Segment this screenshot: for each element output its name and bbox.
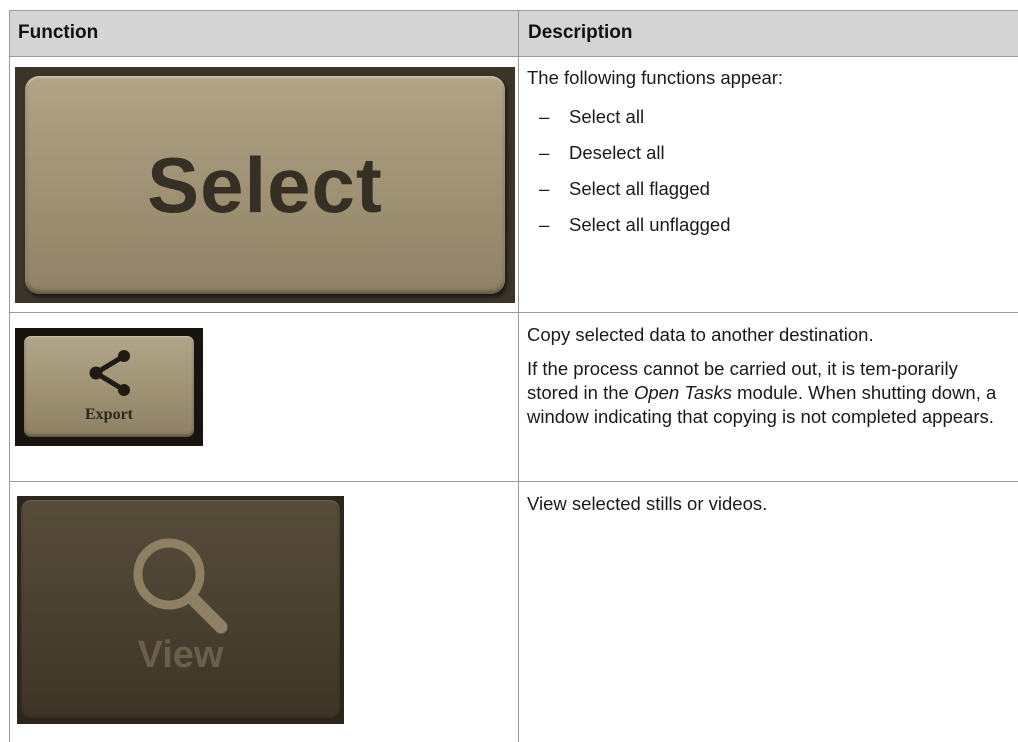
export-button: Export	[24, 336, 194, 437]
table-top-border	[9, 10, 1018, 11]
list-item: – Deselect all	[527, 136, 1012, 172]
share-icon	[89, 350, 130, 396]
list-item-text: Select all	[569, 106, 645, 127]
select-function-list: – Select all – Deselect all – Select all fl…	[527, 100, 1012, 244]
export-para-1: Copy selected data to another destinatio…	[527, 324, 874, 345]
view-button-image: View	[17, 496, 344, 724]
row-divider-2	[9, 481, 1018, 482]
view-description: View selected stills or videos.	[527, 492, 1012, 526]
magnifier-icon	[133, 538, 228, 634]
header-function: Function	[18, 22, 99, 43]
export-button-image: Export	[15, 328, 203, 446]
list-item-text: Select all unflagged	[569, 214, 731, 235]
module-name: Open Tasks	[633, 382, 732, 403]
column-divider	[518, 10, 519, 742]
view-button-label: View	[137, 634, 224, 676]
header-divider	[9, 56, 1018, 57]
select-button: Select	[25, 76, 505, 294]
select-button-label: Select	[147, 140, 383, 229]
list-item: – Select all flagged	[527, 172, 1012, 208]
export-para-2: If the process cannot be carried out, it…	[527, 357, 1012, 429]
table-header-row: Function Description	[9, 10, 1018, 56]
select-intro: The following functions appear:	[527, 67, 784, 88]
list-dash: –	[539, 106, 550, 127]
select-button-image: Select	[15, 67, 515, 303]
header-description: Description	[528, 22, 633, 43]
view-button: View	[21, 500, 340, 720]
list-item: – Select all	[527, 100, 1012, 136]
list-dash: –	[539, 142, 550, 163]
view-para-1: View selected stills or videos.	[527, 493, 768, 514]
list-dash: –	[539, 178, 550, 199]
table-left-border	[9, 10, 10, 742]
export-button-label: Export	[85, 406, 133, 423]
list-item: – Select all unflagged	[527, 208, 1012, 244]
select-description: The following functions appear: – Select …	[527, 66, 1012, 244]
list-item-text: Deselect all	[569, 142, 665, 163]
export-description: Copy selected data to another destinatio…	[527, 323, 1012, 439]
row-divider-1	[9, 312, 1018, 313]
list-dash: –	[539, 214, 550, 235]
list-item-text: Select all flagged	[569, 178, 710, 199]
